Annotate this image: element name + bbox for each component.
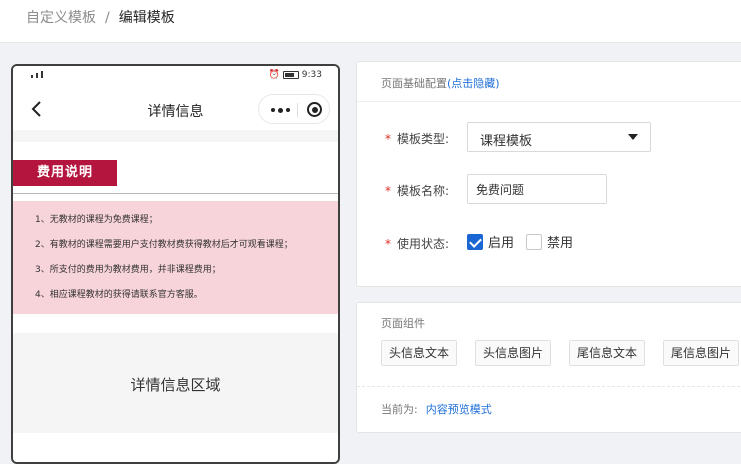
component-header-image[interactable]: 头信息图片 xyxy=(475,340,552,366)
status-label: * 使用状态: xyxy=(385,235,449,252)
disable-checkbox[interactable] xyxy=(526,233,543,250)
breadcrumb-current: 编辑模板 xyxy=(118,10,175,26)
mode-row: 当前为: 内容预览模式 xyxy=(381,401,492,417)
phone-bottom-section xyxy=(13,433,338,462)
miniprogram-capsule xyxy=(258,94,330,124)
battery-icon xyxy=(282,71,299,79)
status-row: * 使用状态: 启用 禁用 xyxy=(357,227,741,257)
phone-status-bar: ⏰ 9:33 xyxy=(13,66,338,88)
enable-label[interactable]: 启用 xyxy=(488,232,514,251)
phone-preview: ⏰ 9:33 详情信息 费用说明 1、无教材的课程为免费课程； 2、有教材的课程… xyxy=(11,64,340,464)
basic-config-title: 页面基础配置 xyxy=(381,77,447,90)
dropdown-caret-icon xyxy=(628,134,638,140)
capsule-divider xyxy=(297,103,298,117)
components-title: 页面组件 xyxy=(381,317,425,330)
preview-mode-link[interactable]: 内容预览模式 xyxy=(426,403,492,416)
template-name-label: * 模板名称: xyxy=(385,182,449,199)
disable-label[interactable]: 禁用 xyxy=(547,232,573,251)
breadcrumb-separator: / xyxy=(105,10,110,26)
template-type-label: * 模板类型: xyxy=(385,130,449,147)
signal-icon xyxy=(31,71,43,78)
template-type-value: 课程模板 xyxy=(480,134,533,149)
fee-divider xyxy=(13,193,338,194)
status-options: 启用 禁用 xyxy=(467,232,585,251)
phone-nav-bar: 详情信息 xyxy=(13,88,338,130)
toggle-hide-link[interactable]: (点击隐藏) xyxy=(447,77,500,90)
page-components-panel: 页面组件 头信息文本 头信息图片 尾信息文本 尾信息图片 当前为: 内容预览模式 xyxy=(356,302,741,433)
template-name-row: * 模板名称: xyxy=(357,174,741,204)
enable-checkbox[interactable] xyxy=(467,233,483,250)
required-mark: * xyxy=(385,132,391,146)
status-label-text: 使用状态: xyxy=(397,237,450,251)
close-target-icon[interactable] xyxy=(307,102,322,117)
basic-config-panel: 页面基础配置(点击隐藏) * 模板类型: 课程模板 * 模板名称: * 使用状态: 启… xyxy=(356,61,741,287)
component-footer-image[interactable]: 尾信息图片 xyxy=(663,340,740,366)
mode-label: 当前为: xyxy=(381,403,418,416)
template-type-select[interactable]: 课程模板 xyxy=(467,122,651,152)
fee-item: 2、有教材的课程需要用户支付教材费获得教材后才可观看课程； xyxy=(35,240,293,250)
basic-config-header: 页面基础配置(点击隐藏) xyxy=(357,62,741,102)
required-mark: * xyxy=(385,237,391,251)
template-type-label-text: 模板类型: xyxy=(397,132,450,146)
top-bar: 自定义模板 / 编辑模板 xyxy=(0,0,741,43)
status-right: ⏰ 9:33 xyxy=(269,70,322,80)
template-type-row: * 模板类型: 课程模板 xyxy=(357,122,741,152)
fee-content-card: 费用说明 1、无教材的课程为免费课程； 2、有教材的课程需要用户支付教材费获得教… xyxy=(13,142,338,335)
required-mark: * xyxy=(385,184,391,198)
fee-item: 3、所支付的费用为教材费用，并非课程费用； xyxy=(35,265,221,275)
component-footer-text[interactable]: 尾信息文本 xyxy=(569,340,646,366)
fee-item: 1、无教材的课程为免费课程； xyxy=(35,215,158,225)
template-name-input[interactable] xyxy=(467,174,607,204)
component-header-text[interactable]: 头信息文本 xyxy=(381,340,458,366)
breadcrumb-parent[interactable]: 自定义模板 xyxy=(26,10,96,26)
fee-title-tag: 费用说明 xyxy=(13,160,117,186)
breadcrumb: 自定义模板 / 编辑模板 xyxy=(26,7,175,27)
fee-item: 4、相应课程教材的获得请联系官方客服。 xyxy=(35,290,203,300)
fee-description-box: 1、无教材的课程为免费课程； 2、有教材的课程需要用户支付教材费获得教材后才可观… xyxy=(13,201,338,314)
template-name-label-text: 模板名称: xyxy=(397,184,450,198)
component-chips: 头信息文本 头信息图片 尾信息文本 尾信息图片 xyxy=(381,340,740,366)
more-dots-icon[interactable] xyxy=(271,107,290,113)
status-time: 9:33 xyxy=(301,70,322,80)
detail-info-area-label: 详情信息区域 xyxy=(130,376,221,394)
components-divider xyxy=(357,386,741,387)
alarm-icon: ⏰ xyxy=(268,70,280,80)
